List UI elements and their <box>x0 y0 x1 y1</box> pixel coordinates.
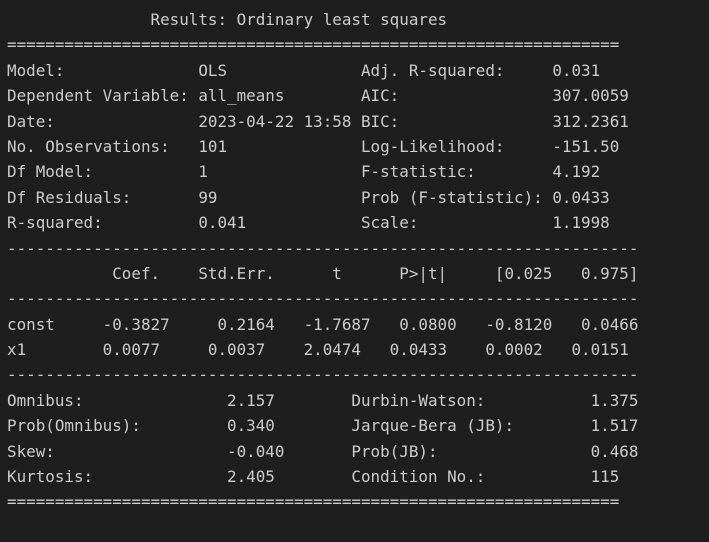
notebook-output-cell: Results: Ordinary least squares =========… <box>0 0 709 542</box>
dashed-rule-2: ----------------------------------------… <box>7 289 639 309</box>
ols-results-summary: Results: Ordinary least squares =========… <box>7 7 638 515</box>
summary-row-dependent-variable: Dependent Variable: all_means AIC: 307.0… <box>7 86 629 106</box>
coef-table-header: Coef. Std.Err. t P>|t| [0.025 0.975] <box>7 263 639 283</box>
summary-title: Results: Ordinary least squares <box>7 10 448 29</box>
diag-row-kurtosis: Kurtosis: 2.405 Condition No.: 115 <box>7 467 620 487</box>
summary-row-r-squared: R-squared: 0.041 Scale: 1.1998 <box>7 213 610 233</box>
dashed-rule-3: ----------------------------------------… <box>7 365 639 385</box>
double-rule-bottom: ========================================… <box>7 492 620 512</box>
summary-row-date: Date: 2023-04-22 13:58 BIC: 312.2361 <box>7 111 629 131</box>
dashed-rule-1: ----------------------------------------… <box>7 238 639 258</box>
diag-row-skew: Skew: -0.040 Prob(JB): 0.468 <box>7 441 639 461</box>
summary-row-df-model: Df Model: 1 F-statistic: 4.192 <box>7 162 601 182</box>
diag-row-omnibus: Omnibus: 2.157 Durbin-Watson: 1.375 <box>7 390 639 410</box>
coef-row-x1: x1 0.0077 0.0037 2.0474 0.0433 0.0002 0.… <box>7 340 629 360</box>
summary-row-model: Model: OLS Adj. R-squared: 0.031 <box>7 60 601 80</box>
double-rule-top: ========================================… <box>7 35 620 55</box>
coef-row-const: const -0.3827 0.2164 -1.7687 0.0800 -0.8… <box>7 314 639 334</box>
summary-row-df-residuals: Df Residuals: 99 Prob (F-statistic): 0.0… <box>7 187 610 207</box>
diag-row-prob-omnibus: Prob(Omnibus): 0.340 Jarque-Bera (JB): 1… <box>7 416 639 436</box>
summary-row-observations: No. Observations: 101 Log-Likelihood: -1… <box>7 136 620 156</box>
